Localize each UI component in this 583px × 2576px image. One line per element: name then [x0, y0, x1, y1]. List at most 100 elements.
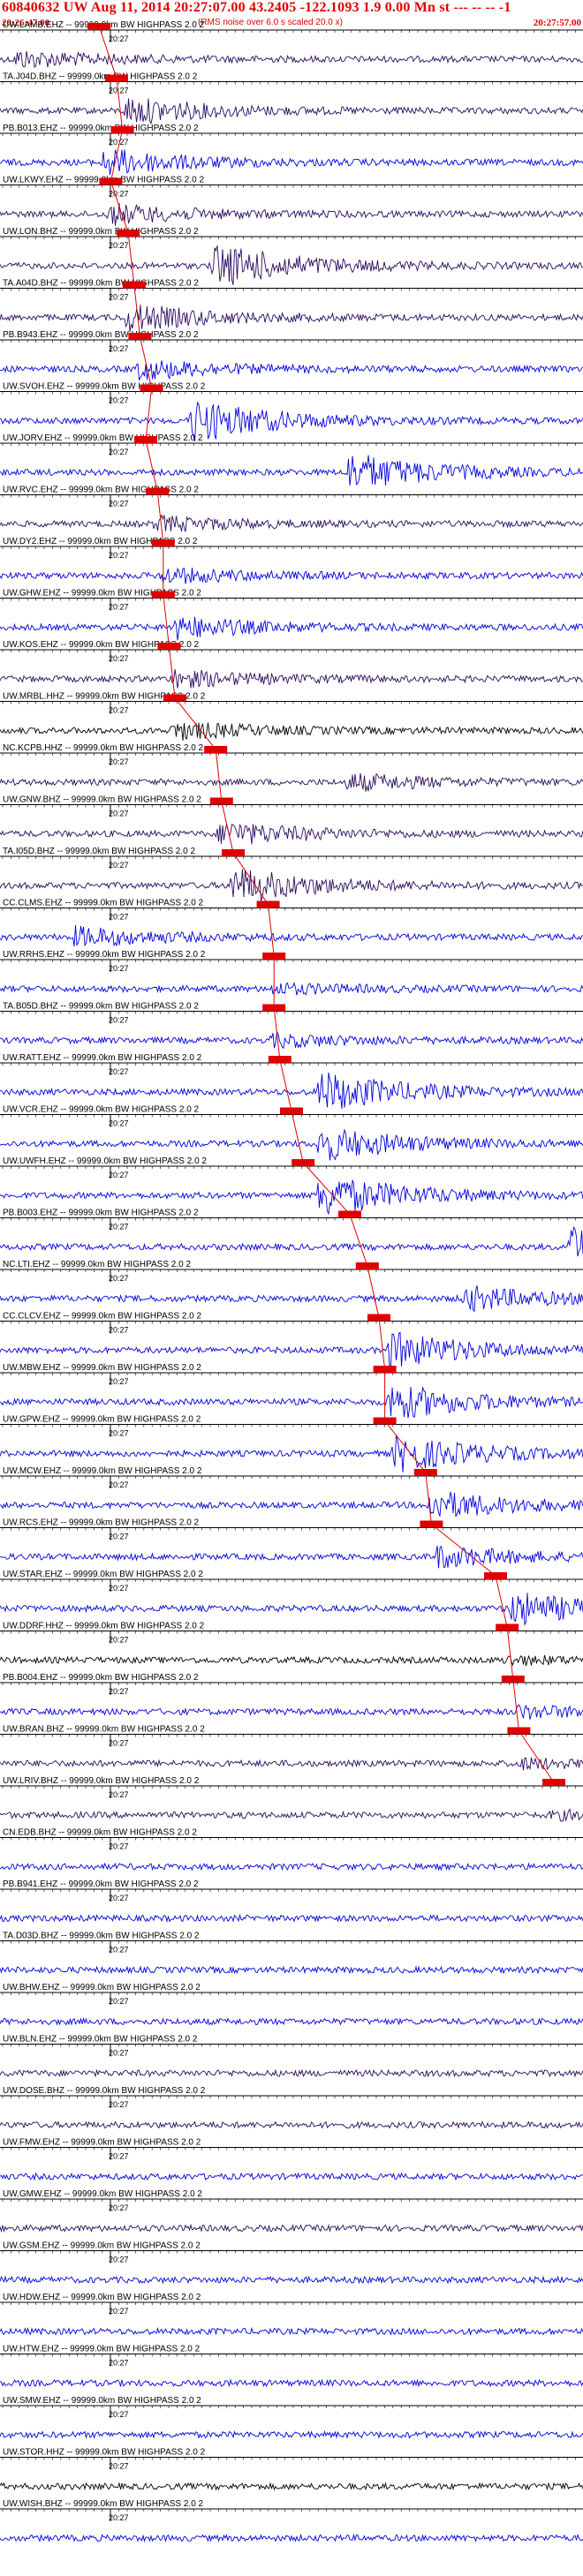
waveform — [0, 1654, 583, 1667]
tick-label: 20:27 — [109, 2462, 129, 2471]
station-label: CN.EDB.BHZ -- 99999.0km BW HIGHPASS 2.0 … — [3, 1828, 197, 1838]
station-label: PB.B003.EHZ -- 99999.0km BW HIGHPASS 2.0… — [3, 1209, 199, 1218]
station-label: UW.GPW.EHZ -- 99999.0km BW HIGHPASS 2.0 … — [3, 1415, 201, 1425]
waveform — [0, 2223, 583, 2233]
station-label: UW.MCW.EHZ -- 99999.0km BW HIGHPASS 2.0 … — [3, 1466, 202, 1476]
station-label: PB.B004.EHZ -- 99999.0km BW HIGHPASS 2.0… — [3, 1673, 199, 1683]
waveform — [0, 669, 583, 689]
tick-label: 20:27 — [109, 1842, 129, 1851]
station-label: TA.D03D.BHZ -- 99999.0km BW HIGHPASS 2.0… — [3, 1932, 200, 1941]
waveform — [0, 823, 583, 845]
station-label: TA.J04D.BHZ -- 99999.0km BW HIGHPASS 2.0… — [3, 72, 198, 82]
station-label: PB.B943.EHZ -- 99999.0km BW HIGHPASS 2.0… — [3, 330, 199, 340]
station-label: UW.GNW.BHZ -- 99999.0km BW HIGHPASS 2.0 … — [3, 795, 201, 805]
tick-label: 20:27 — [109, 810, 129, 818]
station-label: TA.B05D.BHZ -- 99999.0km BW HIGHPASS 2.0… — [3, 1002, 199, 1012]
station-label: UW.LRIV.BHZ -- 99999.0km BW HIGHPASS 2.0… — [3, 1776, 200, 1786]
tick-label: 20:27 — [109, 2049, 129, 2058]
station-label: TA.A04D.BHZ -- 99999.0km BW HIGHPASS 2.0… — [3, 279, 199, 289]
station-label: UW.SVOH.EHZ -- 99999.0km BW HIGHPASS 2.0… — [3, 382, 206, 392]
tick-label: 20:27 — [109, 1067, 129, 1076]
tick-label: 20:27 — [109, 1997, 129, 2006]
tick-label: 20:27 — [109, 1687, 129, 1696]
station-label: UW.HTW.EHZ -- 99999.0km BW HIGHPASS 2.0 … — [3, 2345, 201, 2354]
tick-label: 20:27 — [109, 1790, 129, 1799]
tick-label: 20:27 — [109, 1171, 129, 1179]
waveform — [0, 2068, 583, 2078]
waveform — [0, 305, 583, 332]
waveform — [0, 455, 583, 486]
tick-label: 20:27 — [109, 1377, 129, 1386]
tick-label: 20:27 — [109, 2513, 129, 2522]
station-label: UW.FMW.EHZ -- 99999.0km BW HIGHPASS 2.0 … — [3, 2138, 201, 2148]
tick-label: 20:27 — [109, 2256, 129, 2264]
station-label: UW.MBW.EHZ -- 99999.0km BW HIGHPASS 2.0 … — [3, 1363, 201, 1373]
station-label: UW.RATT.EHZ -- 99999.0km BW HIGHPASS 2.0… — [3, 1053, 202, 1063]
tick-label: 20:27 — [109, 654, 129, 663]
waveform — [0, 1225, 583, 1257]
station-label: UW.BHW.EHZ -- 99999.0km BW HIGHPASS 2.0 … — [3, 1983, 201, 1992]
tick-label: 20:27 — [109, 1533, 129, 1541]
tick-label: 20:27 — [109, 913, 129, 922]
tick-label: 20:27 — [109, 190, 129, 199]
seismogram-plot: UW.LAMB.EHZ -- 99999.0km BW HIGHPASS 2.0… — [0, 20, 583, 2542]
waveform — [0, 1491, 583, 1518]
station-label: NC.LTI.EHZ -- 99999.0km BW HIGHPASS 2.0 … — [3, 1260, 191, 1269]
waveform — [0, 203, 583, 226]
tick-label: 20:27 — [109, 2359, 129, 2368]
waveform — [0, 1030, 583, 1050]
tick-label: 20:27 — [109, 2410, 129, 2419]
tick-label: 20:27 — [109, 1016, 129, 1025]
waveform — [0, 1593, 583, 1626]
waveform — [0, 2016, 583, 2026]
tick-label: 20:27 — [109, 500, 129, 508]
station-label: UW.GSM.EHZ -- 99999.0km BW HIGHPASS 2.0 … — [3, 2241, 201, 2251]
waveform — [0, 568, 583, 584]
tick-label: 20:27 — [109, 1739, 129, 1748]
tick-label: 20:27 — [109, 241, 129, 250]
waveform — [0, 722, 583, 742]
tick-label: 20:27 — [109, 2152, 129, 2161]
station-label: UW.UWFH.EHZ -- 99999.0km BW HIGHPASS 2.0… — [3, 1156, 207, 1166]
waveform — [0, 1285, 583, 1313]
waveform — [0, 149, 583, 176]
waveform — [0, 2482, 583, 2491]
station-label: CC.CLCV.EHZ -- 99999.0km BW HIGHPASS 2.0… — [3, 1312, 202, 1322]
waveform — [0, 2326, 583, 2336]
waveform — [0, 616, 583, 641]
station-label: PB.B013.EHZ -- 99999.0km BW HIGHPASS 2.0… — [3, 124, 199, 133]
waveform — [0, 98, 583, 125]
tick-label: 20:27 — [109, 1894, 129, 1902]
station-label: UW.SMW.EHZ -- 99999.0km BW HIGHPASS 2.0 … — [3, 2396, 201, 2406]
waveform — [0, 2533, 583, 2542]
station-label: UW.WISH.BHZ -- 99999.0km BW HIGHPASS 2.0… — [3, 2499, 204, 2509]
station-label: UW.RRHS.EHZ -- 99999.0km BW HIGHPASS 2.0… — [3, 950, 206, 960]
waveform — [0, 925, 583, 947]
tick-label: 20:27 — [109, 757, 129, 766]
station-label: NC.KCPB.HHZ -- 99999.0km BW HIGHPASS 2.0… — [3, 743, 204, 753]
tick-label: 20:27 — [109, 344, 129, 353]
waveform — [0, 981, 583, 996]
tick-label: 20:27 — [109, 861, 129, 870]
station-label: CC.CLMS.EHZ -- 99999.0km BW HIGHPASS 2.0… — [3, 899, 204, 908]
station-label: UW.RVC.EHZ -- 99999.0km BW HIGHPASS 2.0 … — [3, 486, 199, 495]
waveform — [0, 1072, 583, 1110]
tick-label: 20:27 — [109, 1429, 129, 1438]
tick-label: 20:27 — [109, 551, 129, 560]
tick-label: 20:27 — [109, 2307, 129, 2316]
tick-label: 20:27 — [109, 448, 129, 456]
waveform — [0, 1965, 583, 1975]
waveform — [0, 360, 583, 381]
tick-label: 20:27 — [109, 1480, 129, 1489]
waveform — [0, 2378, 583, 2388]
waveform — [0, 2120, 583, 2129]
station-label: UW.BRAN.BHZ -- 99999.0km BW HIGHPASS 2.0… — [3, 1725, 205, 1735]
waveform — [0, 869, 583, 901]
station-label: UW.BLN.EHZ -- 99999.0km BW HIGHPASS 2.0 … — [3, 2035, 198, 2045]
tick-label: 20:27 — [109, 706, 129, 715]
tick-label: 20:27 — [109, 2100, 129, 2109]
tick-label: 20:27 — [109, 2203, 129, 2212]
station-label: UW.LON.BHZ -- 99999.0km BW HIGHPASS 2.0 … — [3, 227, 199, 237]
station-label: UW.RCS.EHZ -- 99999.0km BW HIGHPASS 2.0 … — [3, 1518, 200, 1528]
tick-label: 20:27 — [109, 1946, 129, 1955]
